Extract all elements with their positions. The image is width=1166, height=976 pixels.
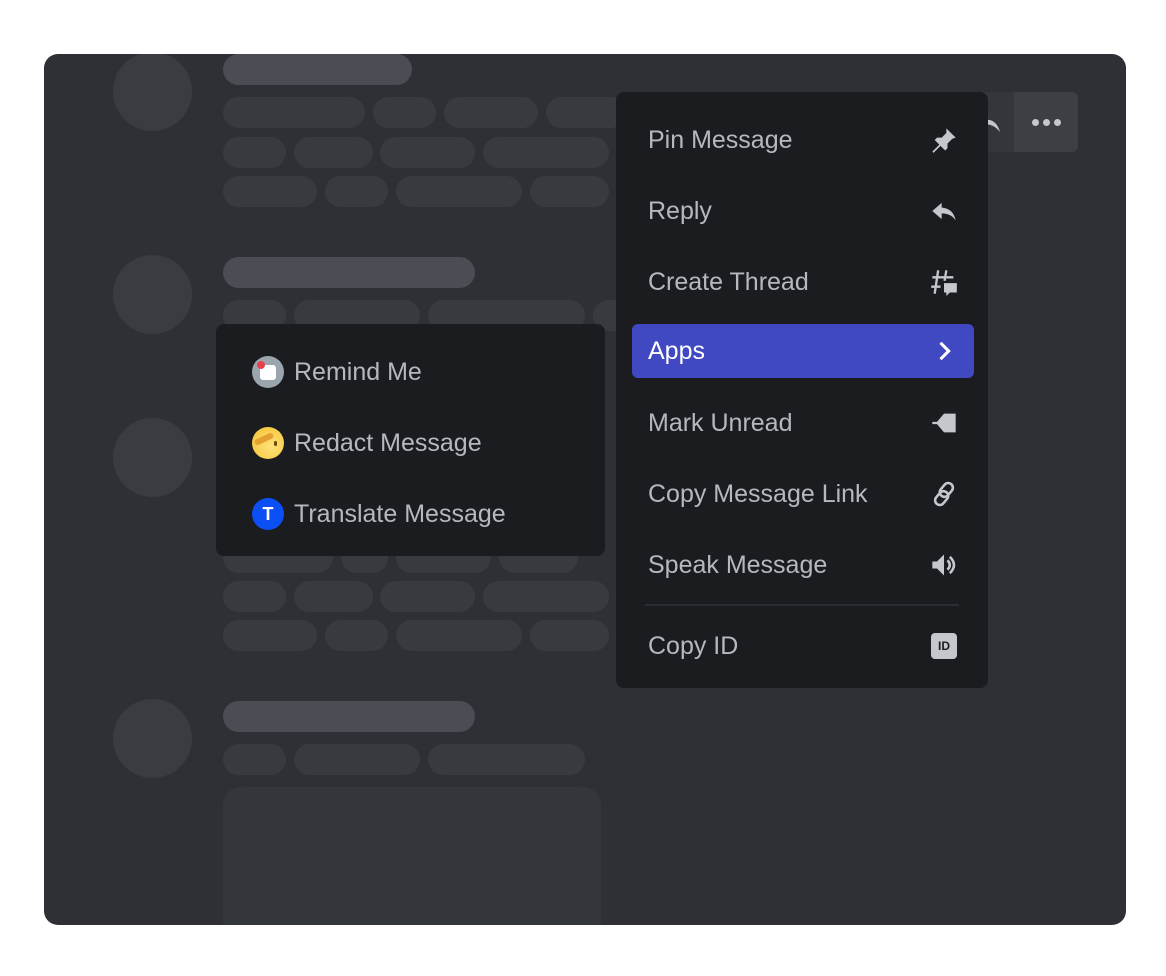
menu-item-reply[interactable]: Reply (632, 184, 974, 238)
avatar-placeholder (113, 699, 192, 778)
avatar-placeholder (113, 54, 192, 131)
submenu-item-label: Remind Me (294, 357, 422, 386)
submenu-item-translate-message[interactable]: T Translate Message (252, 494, 506, 534)
ellipsis-icon (1030, 118, 1063, 126)
text-placeholder (373, 97, 436, 128)
text-placeholder (325, 620, 388, 651)
text-placeholder (396, 176, 522, 207)
menu-item-label: Reply (648, 196, 712, 225)
menu-divider (645, 604, 959, 606)
text-placeholder (530, 176, 609, 207)
pin-icon (930, 126, 958, 154)
text-placeholder (483, 137, 609, 168)
text-placeholder (530, 620, 609, 651)
menu-item-pin-message[interactable]: Pin Message (632, 113, 974, 167)
menu-item-mark-unread[interactable]: Mark Unread (632, 396, 974, 450)
speaker-icon (930, 551, 958, 579)
text-placeholder (396, 620, 522, 651)
text-placeholder (444, 97, 538, 128)
message-context-menu: Pin Message Reply Create Thread Apps Mar… (616, 92, 988, 688)
menu-item-label: Pin Message (648, 125, 793, 154)
menu-item-copy-message-link[interactable]: Copy Message Link (632, 467, 974, 521)
text-placeholder (325, 176, 388, 207)
text-placeholder (294, 581, 373, 612)
username-placeholder (223, 257, 475, 288)
menu-item-create-thread[interactable]: Create Thread (632, 255, 974, 309)
menu-item-label: Copy ID (648, 631, 739, 660)
menu-item-speak-message[interactable]: Speak Message (632, 538, 974, 592)
menu-item-label: Create Thread (648, 267, 809, 296)
menu-item-label: Speak Message (648, 550, 828, 579)
text-placeholder (223, 620, 317, 651)
apps-submenu: Remind Me Redact Message T Translate Mes… (216, 324, 605, 556)
text-placeholder (223, 176, 317, 207)
text-placeholder (483, 581, 609, 612)
menu-item-label: Apps (648, 336, 705, 365)
submenu-item-remind-me[interactable]: Remind Me (252, 352, 422, 392)
username-placeholder (223, 54, 412, 85)
submenu-item-redact-message[interactable]: Redact Message (252, 423, 482, 463)
text-placeholder (380, 581, 475, 612)
username-placeholder (223, 701, 475, 732)
chevron-right-icon (930, 337, 958, 365)
avatar-placeholder (113, 255, 192, 334)
menu-item-label: Copy Message Link (648, 479, 868, 508)
redact-app-icon (252, 427, 284, 459)
thread-icon (930, 268, 958, 296)
text-placeholder (428, 744, 585, 775)
menu-item-apps[interactable]: Apps (632, 324, 974, 378)
submenu-item-label: Redact Message (294, 428, 482, 457)
avatar-placeholder (113, 418, 192, 497)
text-placeholder (223, 137, 286, 168)
embed-placeholder (223, 787, 601, 925)
translate-app-icon: T (252, 498, 284, 530)
id-badge-icon: ID (930, 632, 958, 660)
reply-arrow-icon (930, 197, 958, 225)
menu-item-label: Mark Unread (648, 408, 793, 437)
text-placeholder (223, 581, 286, 612)
text-placeholder (380, 137, 475, 168)
more-options-button[interactable] (1014, 92, 1078, 152)
text-placeholder (223, 744, 286, 775)
menu-item-copy-id[interactable]: Copy ID ID (632, 619, 974, 673)
mark-unread-icon (930, 409, 958, 437)
submenu-item-label: Translate Message (294, 499, 506, 528)
text-placeholder (294, 744, 420, 775)
text-placeholder (223, 97, 365, 128)
link-icon (930, 480, 958, 508)
remind-me-app-icon (252, 356, 284, 388)
text-placeholder (294, 137, 373, 168)
text-placeholder (546, 97, 626, 128)
